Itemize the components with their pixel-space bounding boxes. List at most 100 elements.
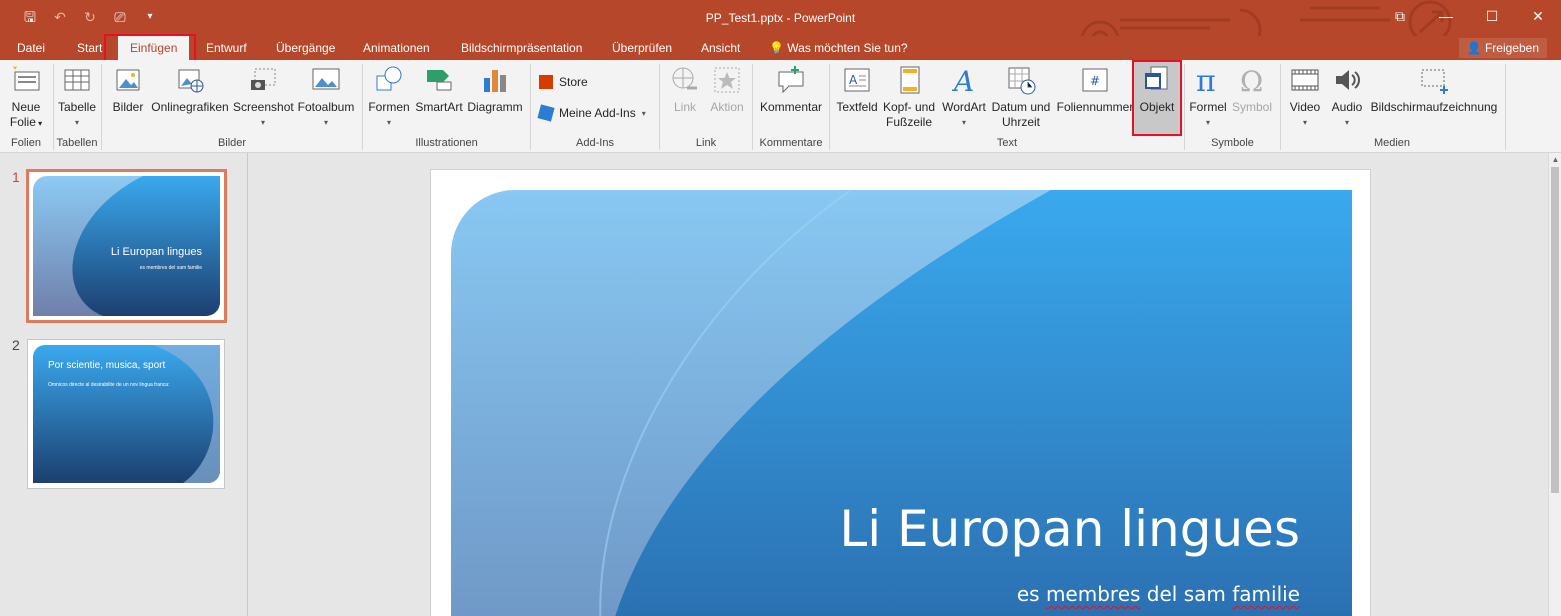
link-globe-icon	[672, 67, 697, 90]
tab-ansicht[interactable]: Ansicht	[701, 36, 740, 60]
tab-datei[interactable]: Datei	[17, 36, 45, 60]
tab-entwurf[interactable]: Entwurf	[206, 36, 247, 60]
screen-recording-button[interactable]: Bildschirmaufzeichnung	[1368, 64, 1500, 115]
group-label-illustrationen: Illustrationen	[415, 137, 478, 149]
action-star-icon	[714, 67, 740, 93]
wordart-icon: A	[951, 65, 974, 96]
link-button[interactable]: Link	[666, 64, 704, 115]
thumbnail-subtitle: Omnicos directe al desirabilite de un no…	[48, 382, 170, 388]
photo-album-button[interactable]: Fotoalbum ▾	[296, 64, 356, 130]
chevron-down-icon: ▾	[961, 118, 966, 127]
video-button[interactable]: Video ▾	[1286, 64, 1324, 130]
shapes-button[interactable]: Formen ▾	[367, 64, 411, 130]
textbox-button[interactable]: A Textfeld	[835, 64, 879, 115]
shapes-icon	[376, 66, 402, 91]
comment-icon	[778, 66, 804, 94]
speaker-icon	[1336, 70, 1360, 90]
ribbon: Neue Folie ▾ Tabelle ▾ Bilder Onlinegraf…	[0, 60, 1561, 153]
symbol-button[interactable]: Ω Symbol	[1230, 64, 1274, 115]
scrollbar-thumb[interactable]	[1551, 167, 1559, 493]
tell-me-text: Was möchten Sie tun?	[787, 41, 908, 55]
person-icon: 👤	[1466, 41, 1482, 55]
slide-thumbnail-1[interactable]: Li Europan lingues es membres del sam fa…	[26, 169, 227, 323]
tab-uebergaenge[interactable]: Übergänge	[276, 36, 335, 60]
group-label-kommentare: Kommentare	[759, 137, 823, 149]
textbox-icon: A	[844, 68, 870, 92]
screenshot-button[interactable]: Screenshot ▾	[233, 64, 294, 130]
slide-number-button[interactable]: # Foliennummer	[1055, 64, 1135, 115]
minimize-icon[interactable]: —	[1423, 0, 1469, 32]
chevron-down-icon: ▾	[386, 118, 391, 127]
audio-button[interactable]: Audio ▾	[1328, 64, 1366, 130]
slide-number-icon: #	[1082, 68, 1108, 92]
smartart-button[interactable]: SmartArt	[414, 64, 464, 115]
date-time-button[interactable]: Datum und Uhrzeit	[990, 64, 1052, 130]
tab-start[interactable]: Start	[77, 36, 102, 60]
chevron-down-icon: ▾	[323, 118, 328, 127]
share-label: Freigeben	[1484, 41, 1539, 55]
slide-canvas[interactable]: Li Europan lingues es membres del sam fa…	[430, 169, 1371, 616]
group-label-addins: Add-Ins	[576, 137, 614, 149]
maximize-icon[interactable]: ☐	[1469, 0, 1515, 32]
close-icon[interactable]: ✕	[1515, 0, 1561, 32]
svg-text:A: A	[849, 73, 858, 87]
thumbnail-title: Li Europan lingues	[110, 246, 202, 258]
table-button[interactable]: Tabelle ▾	[56, 64, 98, 130]
picture-icon	[116, 69, 140, 91]
tab-highlight-box	[104, 34, 196, 63]
scroll-up-icon[interactable]: ▲	[1549, 155, 1561, 164]
thumbnail-subtitle: es membres del sam familie	[139, 265, 202, 271]
slide-subtitle[interactable]: es membres del sam familie	[1017, 582, 1300, 606]
chevron-down-icon: ▾	[1344, 118, 1349, 127]
chevron-down-icon: ▾	[260, 118, 265, 127]
equation-button[interactable]: π Formel ▾	[1188, 64, 1228, 130]
slide-number-1: 1	[12, 169, 20, 185]
group-label-folien: Folien	[11, 137, 41, 149]
chevron-down-icon: ▾	[641, 108, 646, 118]
online-pictures-button[interactable]: Onlinegrafiken	[150, 64, 230, 115]
share-button[interactable]: 👤 Freigeben	[1458, 38, 1547, 58]
table-icon	[64, 69, 90, 91]
slide-editor: Li Europan lingues es membres del sam fa…	[249, 153, 1548, 616]
pictures-button[interactable]: Bilder	[109, 64, 147, 115]
smartart-icon	[427, 70, 452, 91]
omega-icon: Ω	[1240, 65, 1263, 96]
chevron-down-icon: ▾	[74, 118, 79, 127]
tab-ueberpruefen[interactable]: Überprüfen	[612, 36, 672, 60]
svg-text:#: #	[1090, 74, 1100, 88]
slide-thumbnail-2[interactable]: Por scientie, musica, sport Omnicos dire…	[27, 339, 225, 489]
ribbon-display-options-icon[interactable]: ⧉	[1377, 0, 1423, 32]
chart-button[interactable]: Diagramm	[466, 64, 524, 115]
action-button[interactable]: Aktion	[706, 64, 748, 115]
tell-me-box[interactable]: 💡 Was möchten Sie tun?	[769, 36, 908, 60]
film-icon	[1291, 69, 1319, 91]
bar-chart-icon	[484, 70, 506, 92]
screen-recording-icon	[1421, 69, 1448, 94]
object-highlight-box	[1132, 60, 1182, 136]
new-slide-button[interactable]: Neue Folie ▾	[4, 64, 48, 131]
title-bar: 🖫 ↶ ↻ ⎚ ▾ PP_Test1.pptx - PowerPoint ⧉ —…	[0, 0, 1561, 60]
tab-animationen[interactable]: Animationen	[363, 36, 430, 60]
store-button[interactable]: Store	[539, 75, 588, 89]
comment-button[interactable]: Kommentar	[758, 64, 824, 115]
window-controls: ⧉ — ☐ ✕	[1377, 0, 1561, 32]
screenshot-icon	[251, 68, 276, 90]
group-label-link: Link	[695, 137, 717, 149]
vertical-scrollbar[interactable]: ▲	[1548, 153, 1561, 616]
group-label-symbole: Symbole	[1211, 137, 1254, 149]
separator	[1505, 64, 1506, 150]
new-slide-icon	[13, 66, 40, 91]
header-footer-button[interactable]: Kopf- und Fußzeile	[881, 64, 937, 130]
header-footer-icon	[900, 66, 920, 94]
my-addins-button[interactable]: Meine Add-Ins ▾	[537, 104, 646, 122]
tab-bildschirmpraesentation[interactable]: Bildschirmpräsentation	[461, 36, 582, 60]
svg-text:Ω: Ω	[1240, 65, 1263, 96]
chevron-down-icon: ▾	[1302, 118, 1307, 127]
slide-thumbnail-pane: 1 Li Europan lingues es membres del sam …	[0, 153, 248, 616]
slide-number-2: 2	[12, 337, 20, 353]
wordart-button[interactable]: A WordArt ▾	[940, 64, 988, 130]
lightbulb-icon: 💡	[769, 41, 784, 55]
addins-icon	[537, 104, 555, 122]
photo-album-icon	[312, 68, 340, 90]
slide-title[interactable]: Li Europan lingues	[839, 500, 1300, 558]
